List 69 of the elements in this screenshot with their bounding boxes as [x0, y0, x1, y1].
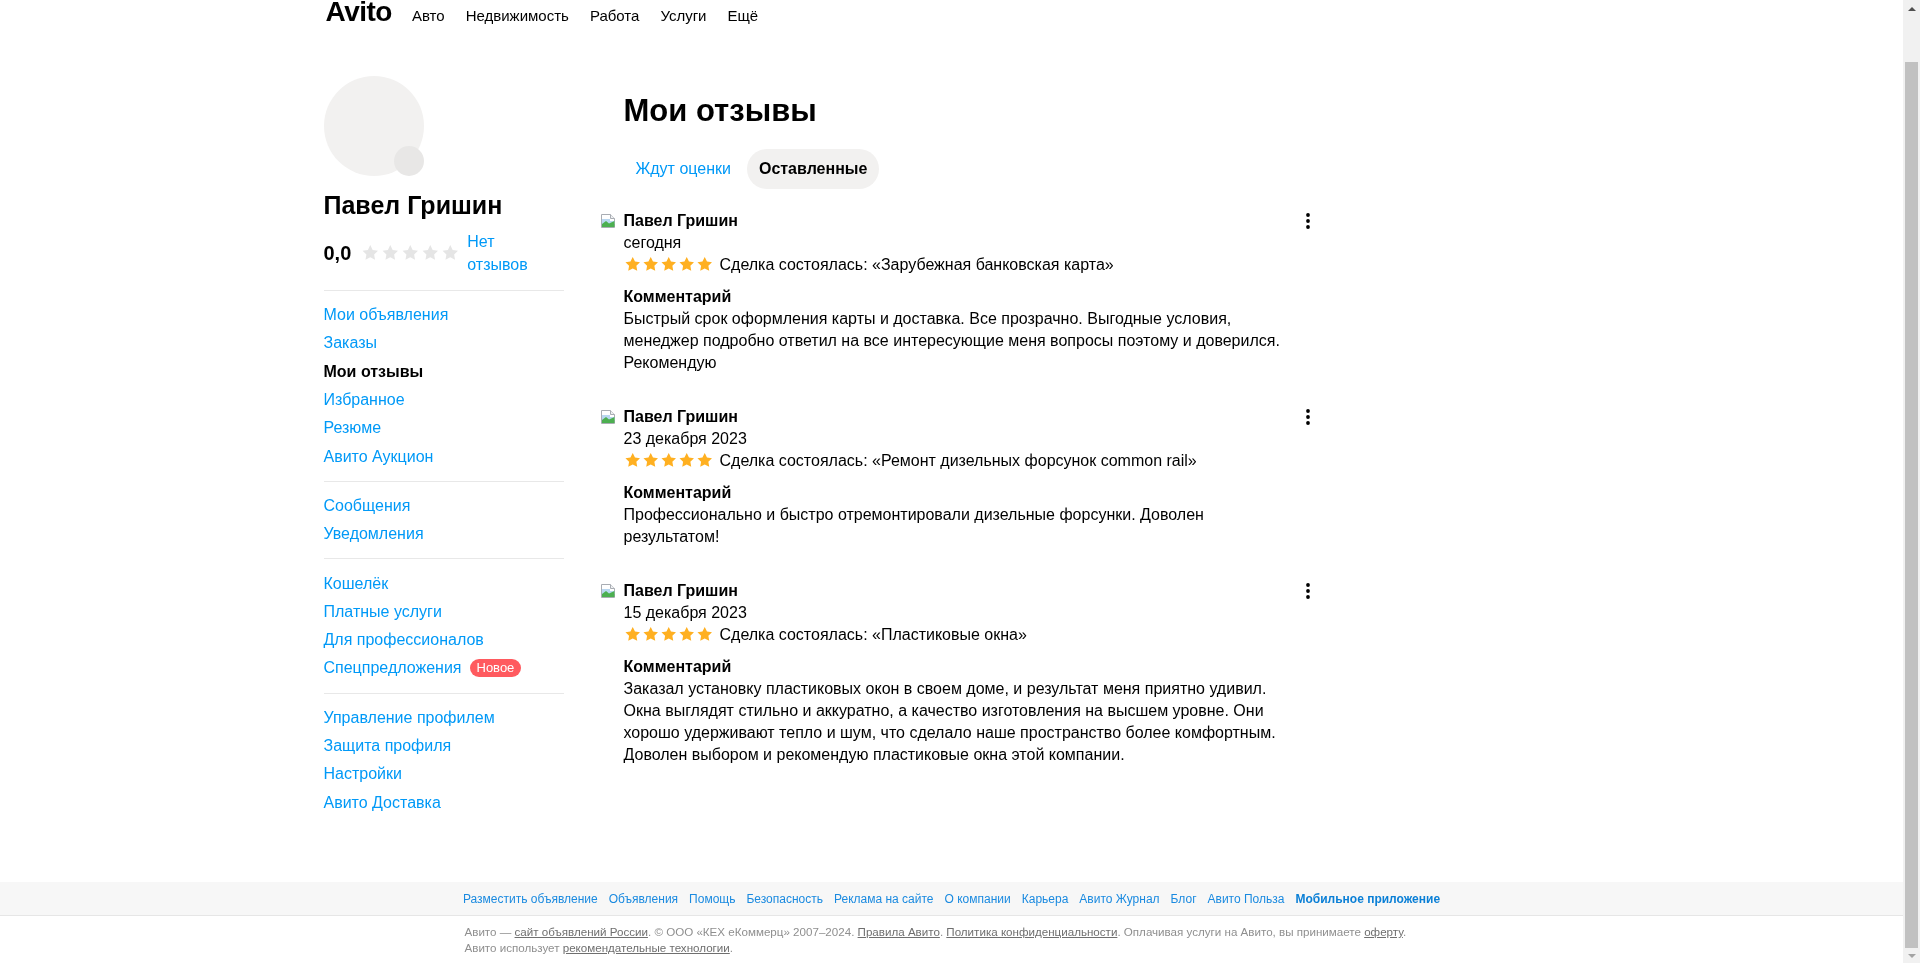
- footer-link[interactable]: Блог: [1170, 890, 1197, 907]
- sidebar-link[interactable]: Настройки: [323, 763, 402, 786]
- sidebar-link[interactable]: Защита профиля: [323, 735, 452, 757]
- footer-link[interactable]: Правила Авито: [857, 925, 940, 938]
- nav-link[interactable]: Услуги: [660, 6, 707, 26]
- sidebar-link[interactable]: Мои объявления: [323, 304, 449, 327]
- author-name: Павел Гришин: [623, 407, 738, 427]
- footer-link[interactable]: рекомендательные технологии: [562, 941, 730, 954]
- review-date: 23 декабря 2023: [623, 429, 747, 449]
- review-date: 15 декабря 2023: [623, 603, 747, 623]
- broken-image-icon: [599, 583, 616, 599]
- more-vertical-icon: [1305, 583, 1310, 599]
- footer-link[interactable]: оферту: [1364, 925, 1403, 938]
- scrollbar-thumb[interactable]: [1905, 62, 1918, 948]
- comment-label: Комментарий: [623, 657, 732, 677]
- sidebar-link[interactable]: Управление профилем: [323, 706, 495, 729]
- reviews-link[interactable]: Нет отзывов: [467, 230, 540, 276]
- review-date: сегодня: [623, 233, 682, 253]
- rating-value: 0,0: [323, 241, 352, 265]
- sidebar-link[interactable]: Уведомления: [323, 523, 424, 546]
- deal-title: Сделка состоялась: «Зарубежная банковская карта»: [719, 255, 1114, 275]
- sidebar-link[interactable]: Авито Аукцион: [323, 445, 434, 468]
- scrollbar[interactable]: [1903, 0, 1920, 963]
- sidebar-link[interactable]: Сообщения: [323, 494, 411, 517]
- copyright-text: Авито — сайт объявлений России. © ООО «КЕХ еКоммерц» 2007–2024. Правила Авито. Политика конфиденциальности. Оплачивая услуги на Авито, вы принимаете оферту. Авито использует рекомендательные технологии.: [464, 924, 1408, 956]
- scroll-up-icon[interactable]: [1907, 6, 1916, 11]
- broken-image-icon: [599, 409, 616, 425]
- nav-link[interactable]: Недвижимость: [465, 6, 569, 26]
- author-name: Павел Гришин: [623, 581, 738, 601]
- footer-link[interactable]: О компании: [944, 890, 1011, 907]
- sidebar-link[interactable]: Для профессионалов: [323, 629, 484, 652]
- broken-image-icon: [599, 213, 616, 229]
- footer-link[interactable]: Безопасность: [746, 890, 823, 907]
- nav-link[interactable]: Авто: [411, 6, 445, 26]
- nav-link[interactable]: Ещё: [727, 6, 759, 26]
- footer-link[interactable]: Помощь: [689, 890, 736, 907]
- deal-title: Сделка состоялась: «Ремонт дизельных форсунок common rail»: [719, 451, 1197, 471]
- comment-text: Заказал установку пластиковых окон в своем доме, и результат меня приятно удивил. Окна выглядят стильно и аккуратно, а качество изготовления на высшем уровне. Они хорошо удерживают тепло и шум, что сделало наше пространство более комфортным. Доволен выбором и рекомендую пластиковые окна этой компании.: [623, 679, 1277, 765]
- footer-link[interactable]: сайт объявлений России: [514, 925, 648, 938]
- footer-link[interactable]: Карьера: [1021, 890, 1069, 907]
- deal-title: Сделка состоялась: «Пластиковые окна»: [719, 625, 1027, 645]
- footer-link[interactable]: Авито Польза: [1207, 890, 1285, 907]
- comment-text: Быстрый срок оформления карты и доставка. Все прозрачно. Выгодные условия, менеджер подробно ответил на все интересующие меня вопросы поэтому и доверился. Рекомендую: [623, 309, 1281, 373]
- footer-link[interactable]: Авито Журнал: [1079, 890, 1160, 907]
- footer-link[interactable]: Реклама на сайте: [834, 890, 934, 907]
- comment-label: Комментарий: [623, 287, 732, 307]
- footer-link[interactable]: Разместить объявление: [462, 890, 598, 907]
- comment-text: Профессионально и быстро отремонтировали дизельные форсунки. Доволен результатом!: [623, 505, 1205, 547]
- more-vertical-icon: [1305, 213, 1310, 229]
- sidebar-link[interactable]: Заказы: [323, 332, 377, 355]
- sidebar-link[interactable]: Кошелёк: [323, 572, 389, 595]
- page-title: Мои отзывы: [623, 92, 817, 130]
- sidebar-link[interactable]: Спецпредложения: [323, 657, 462, 680]
- profile-name: Павел Гришин: [323, 190, 503, 221]
- tab[interactable]: Ждут оценки: [623, 149, 743, 189]
- logo[interactable]: Avito: [325, 0, 392, 23]
- nav-link[interactable]: Работа: [589, 6, 640, 26]
- footer-link[interactable]: Объявления: [608, 890, 679, 907]
- comment-label: Комментарий: [623, 483, 732, 503]
- sidebar-link[interactable]: Платные услуги: [323, 600, 442, 623]
- tab[interactable]: Оставленные: [746, 149, 880, 189]
- sidebar-link[interactable]: Избранное: [323, 389, 405, 412]
- sidebar-link[interactable]: Резюме: [323, 417, 382, 440]
- new-badge: Новое: [469, 659, 522, 678]
- footer-link[interactable]: Мобильное приложение: [1295, 890, 1441, 907]
- sidebar-link[interactable]: Авито Доставка: [323, 791, 441, 814]
- more-vertical-icon: [1305, 409, 1310, 425]
- author-name: Павел Гришин: [623, 211, 738, 231]
- sidebar-link[interactable]: Мои отзывы: [323, 360, 424, 383]
